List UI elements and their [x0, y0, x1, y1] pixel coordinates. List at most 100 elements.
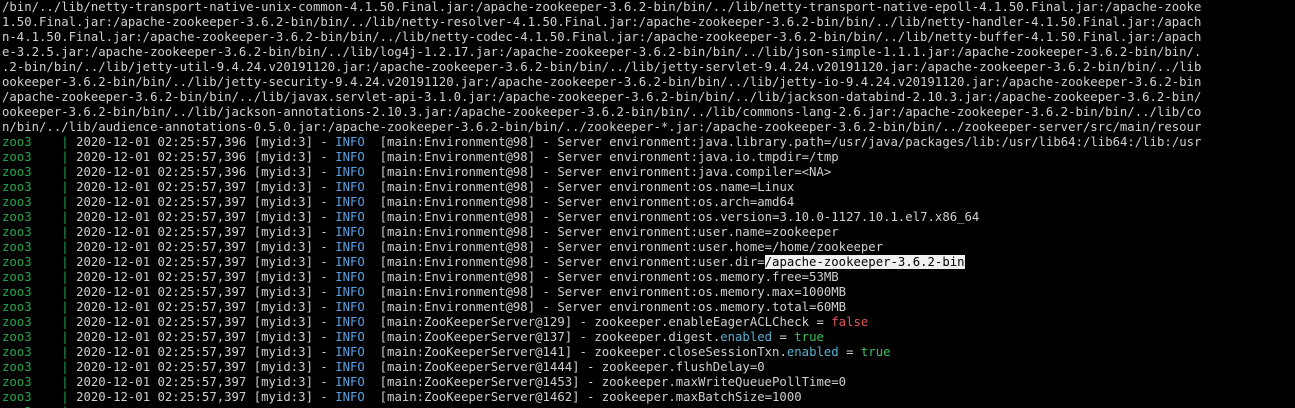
log-line: zoo3 | 2020-12-01 02:25:57,397 [myid:3] …: [0, 315, 1295, 330]
container-name: zoo3: [2, 360, 32, 374]
log-operator: =: [772, 330, 795, 344]
classpath-line: .2-bin/bin/../lib/jetty-util-9.4.24.v201…: [2, 60, 1202, 74]
container-name: zoo3: [2, 240, 32, 254]
log-thread: [myid:3]: [253, 300, 313, 314]
container-name: zoo3: [2, 300, 32, 314]
log-message: Server environment:os.memory.max=1000MB: [557, 285, 847, 299]
log-dash: -: [320, 390, 328, 404]
container-name: zoo3: [2, 255, 32, 269]
log-source: [main:Environment@98]: [379, 255, 536, 269]
log-thread: [myid:3]: [253, 255, 313, 269]
log-level: INFO: [335, 225, 365, 239]
log-source: [main:ZooKeeperServer@1462]: [379, 390, 580, 404]
container-separator: |: [61, 330, 69, 344]
log-source: [main:ZooKeeperServer@1453]: [379, 375, 580, 389]
log-dash: -: [542, 135, 550, 149]
container-name: zoo3: [2, 330, 32, 344]
log-dash: -: [542, 300, 550, 314]
log-line: zoo3 | 2020-12-01 02:25:57,396 [myid:3] …: [0, 165, 1295, 180]
log-thread: [myid:3]: [253, 390, 313, 404]
log-dash: -: [320, 180, 328, 194]
log-dash: -: [579, 330, 587, 344]
log-timestamp: 2020-12-01 02:25:57,397: [76, 315, 247, 329]
log-message: Server environment:os.version=3.10.0-112…: [557, 210, 980, 224]
log-message: Server environment:user.home=/home/zooke…: [557, 240, 884, 254]
log-dash: -: [542, 255, 550, 269]
log-line: zoo3 | 2020-12-01 02:25:57,397 [myid:3] …: [0, 285, 1295, 300]
container-name: zoo3: [2, 390, 32, 404]
log-thread: [myid:3]: [253, 270, 313, 284]
log-timestamp: 2020-12-01 02:25:57,397: [76, 390, 247, 404]
log-dash: -: [579, 345, 587, 359]
log-operator: =: [838, 345, 861, 359]
log-keyword: enabled: [720, 330, 773, 344]
log-level: INFO: [335, 330, 365, 344]
log-message: Server environment:os.memory.total=60MB: [557, 300, 847, 314]
log-dash: -: [542, 240, 550, 254]
log-dash: -: [320, 225, 328, 239]
container-separator: |: [61, 345, 69, 359]
log-message: zookeeper.digest.: [594, 330, 721, 344]
container-separator: |: [61, 150, 69, 164]
log-level: INFO: [335, 165, 365, 179]
log-dash: -: [579, 315, 587, 329]
log-dash: -: [320, 255, 328, 269]
log-value: true: [794, 330, 824, 344]
container-name: zoo3: [2, 270, 32, 284]
log-message: Server environment:user.name=zookeeper: [557, 225, 839, 239]
container-separator: |: [61, 225, 69, 239]
log-source: [main:Environment@98]: [379, 300, 536, 314]
selected-text[interactable]: /apache-zookeeper-3.6.2-bin: [764, 255, 965, 269]
log-thread: [myid:3]: [253, 225, 313, 239]
log-thread: [myid:3]: [253, 195, 313, 209]
log-line: zoo3 | 2020-12-01 02:25:57,397 [myid:3] …: [0, 300, 1295, 315]
log-message: zookeeper.flushDelay=0: [601, 360, 765, 374]
log-dash: -: [320, 330, 328, 344]
log-line: zoo3 | 2020-12-01 02:25:57,397 [myid:3] …: [0, 390, 1295, 405]
log-line: zoo3 | 2020-12-01 02:25:57,397 [myid:3] …: [0, 270, 1295, 285]
container-name: zoo3: [2, 210, 32, 224]
log-dash: -: [542, 180, 550, 194]
log-timestamp: 2020-12-01 02:25:57,397: [76, 180, 247, 194]
log-level: INFO: [335, 390, 365, 404]
log-timestamp: 2020-12-01 02:25:57,397: [76, 255, 247, 269]
container-separator: |: [61, 180, 69, 194]
log-thread: [myid:3]: [253, 285, 313, 299]
log-level: INFO: [335, 135, 365, 149]
log-message: Server environment:java.compiler=<NA>: [557, 165, 832, 179]
container-separator: |: [61, 270, 69, 284]
log-thread: [myid:3]: [253, 375, 313, 389]
log-source: [main:ZooKeeperServer@129]: [379, 315, 573, 329]
log-thread: [myid:3]: [253, 135, 313, 149]
log-timestamp: 2020-12-01 02:25:57,397: [76, 330, 247, 344]
log-dash: -: [320, 210, 328, 224]
log-message: Server environment:java.library.path=/us…: [557, 135, 1202, 149]
log-timestamp: 2020-12-01 02:25:57,397: [76, 210, 247, 224]
log-dash: -: [320, 315, 328, 329]
log-line: zoo3 | 2020-12-01 02:25:57,397 [myid:3] …: [0, 225, 1295, 240]
log-level: INFO: [335, 180, 365, 194]
container-name: zoo3: [2, 345, 32, 359]
log-level: INFO: [335, 195, 365, 209]
container-separator: |: [61, 300, 69, 314]
log-timestamp: 2020-12-01 02:25:57,397: [76, 195, 247, 209]
log-dash: -: [320, 195, 328, 209]
log-timestamp: 2020-12-01 02:25:57,396: [76, 165, 247, 179]
log-thread: [myid:3]: [253, 210, 313, 224]
log-level: INFO: [335, 210, 365, 224]
log-source: [main:Environment@98]: [379, 150, 536, 164]
container-name: zoo3: [2, 315, 32, 329]
classpath-line: 1.50.Final.jar:/apache-zookeeper-3.6.2-b…: [2, 15, 1202, 29]
log-source: [main:Environment@98]: [379, 165, 536, 179]
log-source: [main:ZooKeeperServer@1444]: [379, 360, 580, 374]
log-timestamp: 2020-12-01 02:25:57,397: [76, 285, 247, 299]
container-separator: |: [61, 285, 69, 299]
log-thread: [myid:3]: [253, 150, 313, 164]
container-separator: |: [61, 360, 69, 374]
container-separator: |: [61, 210, 69, 224]
log-level: INFO: [335, 270, 365, 284]
log-message: zookeeper.closeSessionTxn.: [594, 345, 787, 359]
log-line: zoo3 | 2020-12-01 02:25:57,397 [myid:3] …: [0, 360, 1295, 375]
log-message: Server environment:os.name=Linux: [557, 180, 795, 194]
terminal-window[interactable]: /bin/../lib/netty-transport-native-unix-…: [0, 0, 1295, 408]
